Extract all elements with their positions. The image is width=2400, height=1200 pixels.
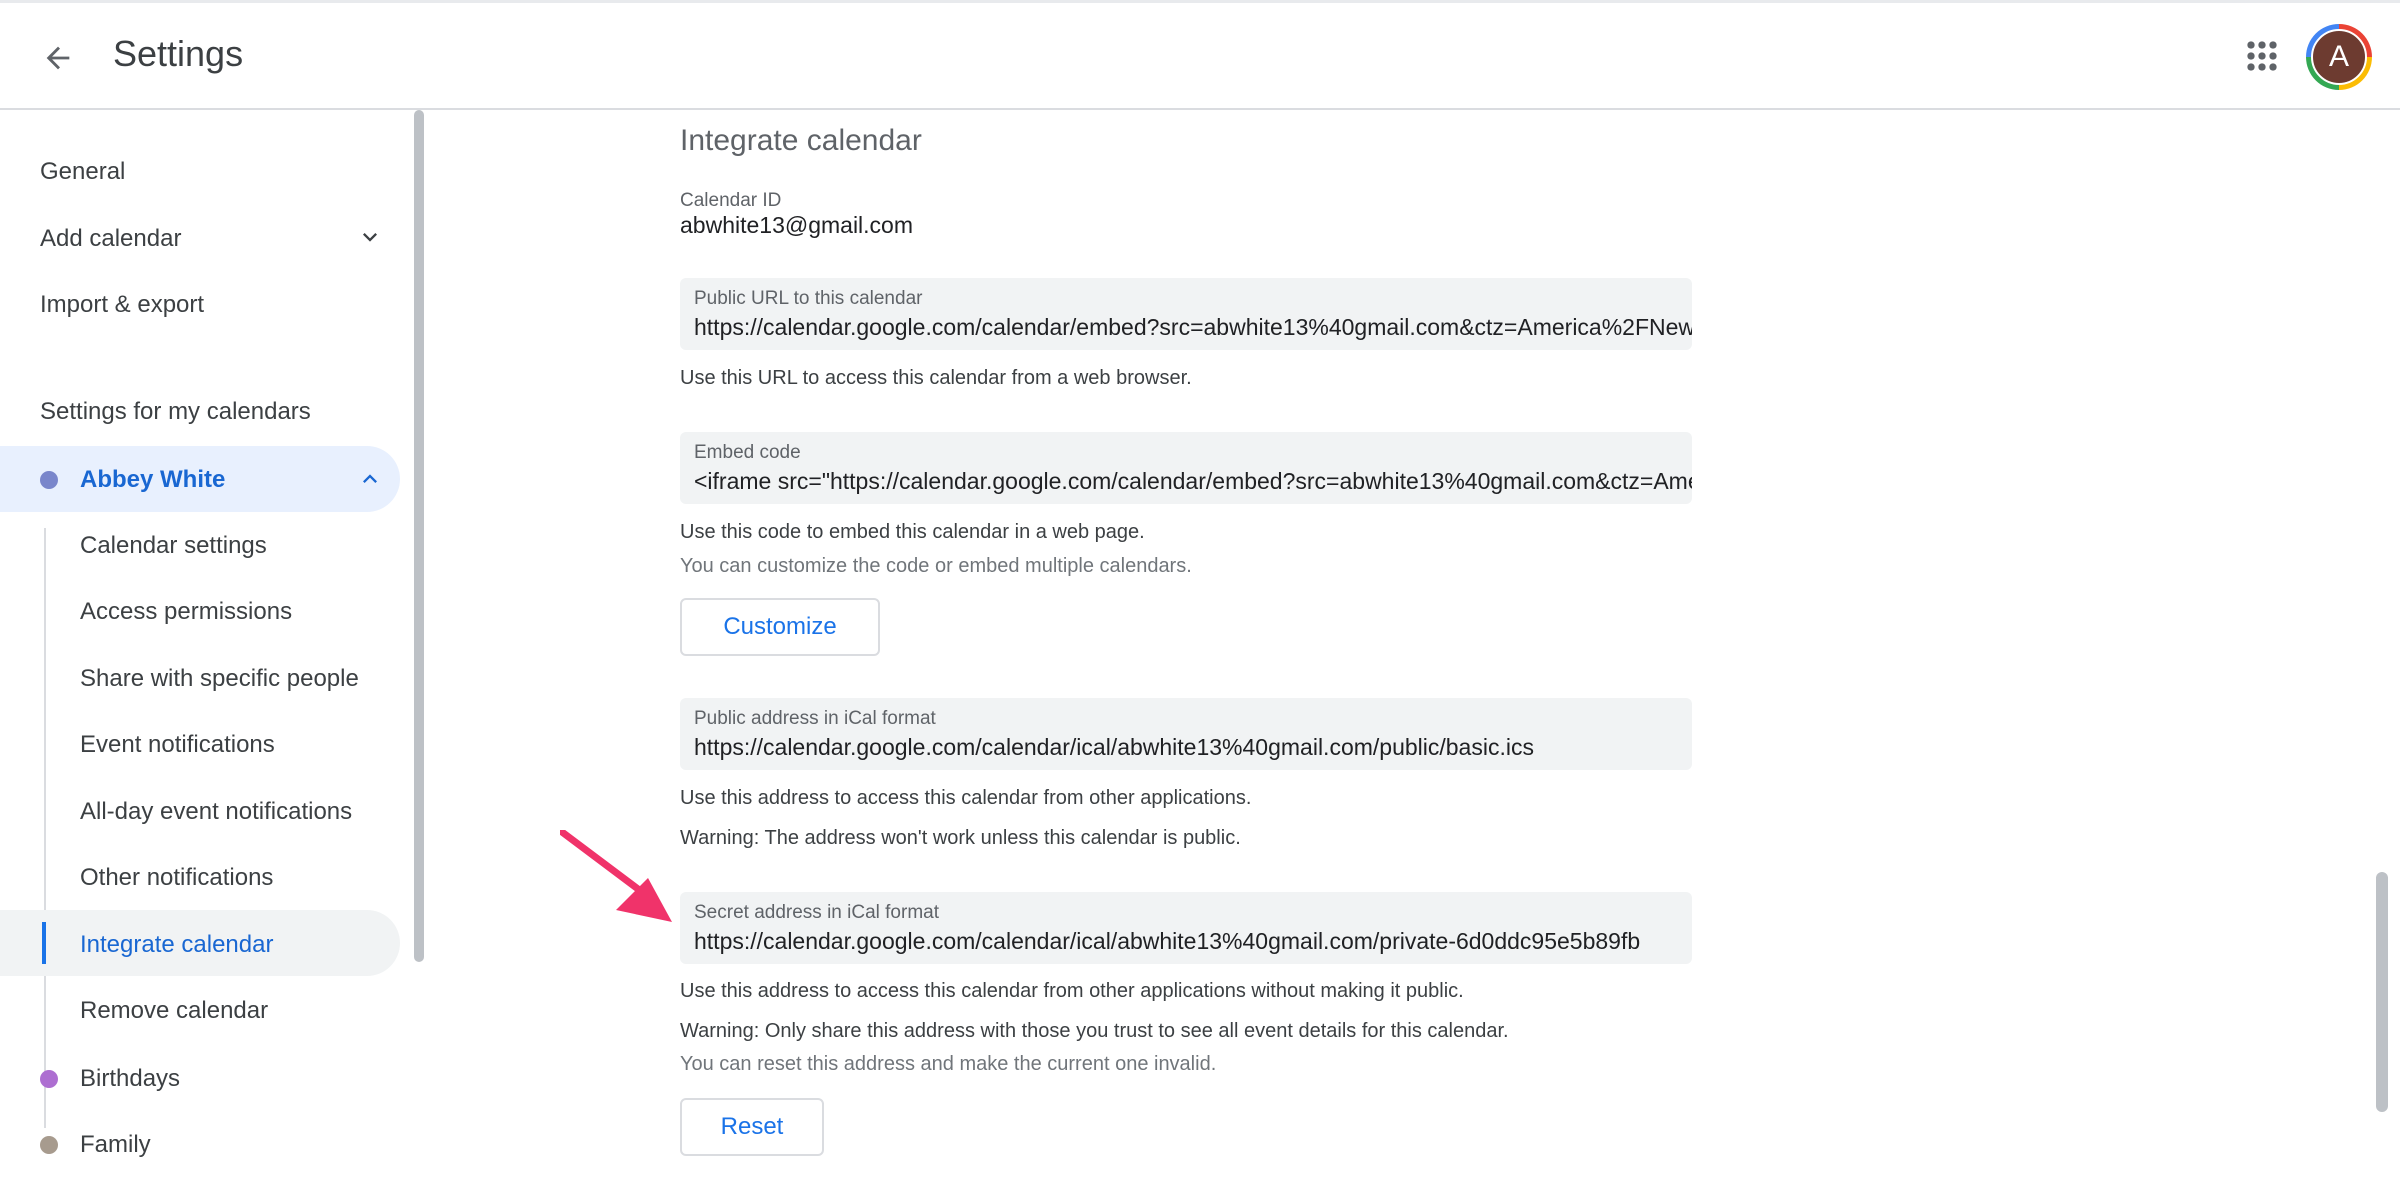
- embed-help: Use this code to embed this calendar in …: [680, 521, 1145, 543]
- sidebar-item-share-with-people[interactable]: Share with specific people: [80, 665, 359, 693]
- calendar-id-label: Calendar ID: [680, 190, 782, 211]
- sidebar-calendar-birthdays[interactable]: Birthdays: [0, 1045, 400, 1111]
- sidebar-calendar-abbey-white[interactable]: Abbey White: [0, 446, 400, 512]
- page-title: Settings: [113, 33, 244, 74]
- sidebar-item-access-permissions[interactable]: Access permissions: [80, 598, 292, 626]
- reset-button[interactable]: Reset: [680, 1098, 824, 1156]
- secret-ical-warning: Warning: Only share this address with th…: [680, 1020, 1509, 1042]
- section-title-my-calendars: Settings for my calendars: [40, 398, 311, 425]
- field-label: Embed code: [694, 442, 801, 463]
- sidebar-item-calendar-settings[interactable]: Calendar settings: [80, 532, 267, 560]
- sidebar-item-all-day-notifications[interactable]: All-day event notifications: [80, 798, 352, 826]
- section-heading: Integrate calendar: [680, 124, 922, 157]
- public-url-field[interactable]: Public URL to this calendar https://cale…: [680, 278, 1692, 350]
- settings-sidebar: General Add calendar Import & export Set…: [0, 110, 420, 1200]
- public-ical-field[interactable]: Public address in iCal format https://ca…: [680, 698, 1692, 770]
- field-label: Public URL to this calendar: [694, 288, 923, 309]
- chevron-down-icon[interactable]: [356, 223, 384, 251]
- public-ical-help: Use this address to access this calendar…: [680, 787, 1252, 809]
- field-value[interactable]: https://calendar.google.com/calendar/ica…: [694, 734, 1534, 761]
- chevron-up-icon[interactable]: [356, 465, 384, 493]
- apps-grid-icon: [2247, 41, 2277, 71]
- main-scrollbar[interactable]: [2376, 872, 2388, 1112]
- main-content: Integrate calendar Calendar ID abwhite13…: [430, 110, 2400, 1200]
- sidebar-item-general[interactable]: General: [40, 158, 125, 186]
- sidebar-item-import-export[interactable]: Import & export: [40, 291, 204, 319]
- sidebar-item-other-notifications[interactable]: Other notifications: [80, 864, 273, 892]
- sidebar-item-add-calendar[interactable]: Add calendar: [40, 225, 181, 253]
- secret-ical-reset-help: You can reset this address and make the …: [680, 1053, 1217, 1075]
- embed-help-secondary: You can customize the code or embed mult…: [680, 555, 1192, 577]
- subnav-active-indicator: [42, 922, 46, 964]
- field-label: Public address in iCal format: [694, 708, 936, 729]
- customize-button[interactable]: Customize: [680, 598, 880, 656]
- annotation-arrow-icon: [560, 830, 672, 922]
- apps-button[interactable]: [2240, 34, 2284, 78]
- secret-ical-field[interactable]: Secret address in iCal format https://ca…: [680, 892, 1692, 964]
- field-value[interactable]: https://calendar.google.com/calendar/ica…: [694, 928, 1640, 955]
- calendar-name: Birthdays: [80, 1065, 181, 1092]
- subnav-divider: [44, 528, 46, 1128]
- calendar-name: Family: [80, 1131, 151, 1158]
- embed-code-field[interactable]: Embed code <iframe src="https://calendar…: [680, 432, 1692, 504]
- sidebar-item-remove-calendar[interactable]: Remove calendar: [80, 997, 268, 1025]
- calendar-color-dot: [40, 471, 58, 489]
- arrow-back-icon: [46, 46, 70, 70]
- calendar-id-value: abwhite13@gmail.com: [680, 212, 914, 238]
- avatar: A: [2311, 29, 2367, 85]
- sidebar-item-integrate-calendar[interactable]: Integrate calendar: [80, 931, 273, 959]
- secret-ical-help: Use this address to access this calendar…: [680, 980, 1464, 1002]
- calendar-name: Abbey White: [80, 466, 226, 493]
- sidebar-item-event-notifications[interactable]: Event notifications: [80, 731, 275, 759]
- sidebar-calendar-family[interactable]: Family: [0, 1111, 400, 1177]
- field-value[interactable]: https://calendar.google.com/calendar/emb…: [694, 314, 1692, 341]
- account-avatar-button[interactable]: A: [2306, 24, 2372, 90]
- field-label: Secret address in iCal format: [694, 902, 939, 923]
- field-value[interactable]: <iframe src="https://calendar.google.com…: [694, 468, 1692, 495]
- calendar-color-dot: [40, 1070, 58, 1088]
- calendar-color-dot: [40, 1136, 58, 1154]
- top-divider: [0, 0, 2400, 3]
- public-url-help: Use this URL to access this calendar fro…: [680, 367, 1192, 389]
- back-button[interactable]: [30, 30, 86, 86]
- public-ical-warning: Warning: The address won't work unless t…: [680, 827, 1241, 849]
- sidebar-scrollbar[interactable]: [414, 110, 424, 962]
- app-header: Settings A: [0, 0, 2400, 110]
